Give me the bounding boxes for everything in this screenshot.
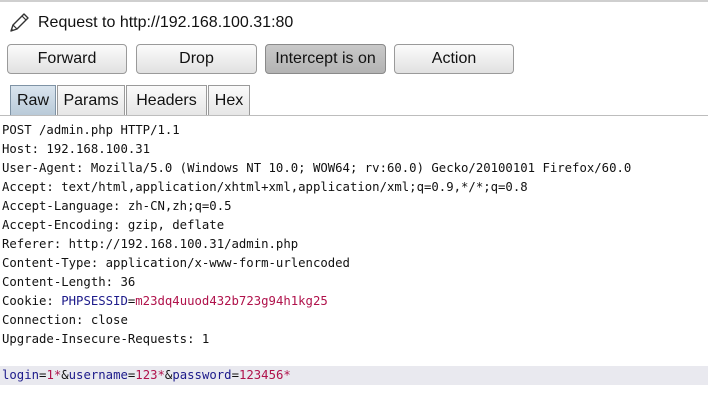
tab-divider [0,115,708,116]
top-border [0,0,708,2]
tab-raw[interactable]: Raw [10,85,56,115]
param-login-name: login [2,368,40,382]
tab-params[interactable]: Params [57,85,125,115]
tab-headers[interactable]: Headers [126,85,207,115]
param-password-name: password [172,368,232,382]
forward-button[interactable]: Forward [7,44,127,74]
request-body: login=1*&username=123*&password=123456* [2,366,291,385]
header-user-agent: User-Agent: Mozilla/5.0 (Windows NT 10.0… [2,161,632,175]
drop-button[interactable]: Drop [136,44,257,74]
header-content-length: Content-Length: 36 [2,275,136,289]
param-username-name: username [68,368,128,382]
header-connection: Connection: close [2,313,128,327]
pencil-icon [10,13,29,32]
action-button[interactable]: Action [394,44,514,74]
header-accept-encoding: Accept-Encoding: gzip, deflate [2,218,225,232]
param-password-eq: = [231,368,239,382]
header-accept: Accept: text/html,application/xhtml+xml,… [2,180,528,194]
param-login-value: 1* [46,368,62,382]
param-username-value: 123* [135,368,165,382]
header-upgrade: Upgrade-Insecure-Requests: 1 [2,332,210,346]
cookie-prefix: Cookie: [2,294,62,308]
intercept-toggle-button[interactable]: Intercept is on [265,44,386,74]
param-password-value: 123456* [238,368,291,382]
request-header: Request to http://192.168.100.31:80 [6,8,293,38]
header-referer: Referer: http://192.168.100.31/admin.php [2,237,299,251]
raw-request-editor[interactable]: POST /admin.php HTTP/1.1 Host: 192.168.1… [0,119,708,411]
header-host: Host: 192.168.100.31 [2,142,151,156]
request-line: POST /admin.php HTTP/1.1 [2,123,180,137]
header-content-type: Content-Type: application/x-www-form-url… [2,256,350,270]
cookie-name: PHPSESSID [61,294,128,308]
tab-hex[interactable]: Hex [208,85,250,115]
request-title: Request to http://192.168.100.31:80 [38,14,294,31]
cookie-value: m23dq4uuod432b723g94h1kg25 [135,294,328,308]
param-separator: & [61,368,69,382]
header-cookie: Cookie: PHPSESSID=m23dq4uuod432b723g94h1… [2,292,328,311]
header-accept-language: Accept-Language: zh-CN,zh;q=0.5 [2,199,232,213]
